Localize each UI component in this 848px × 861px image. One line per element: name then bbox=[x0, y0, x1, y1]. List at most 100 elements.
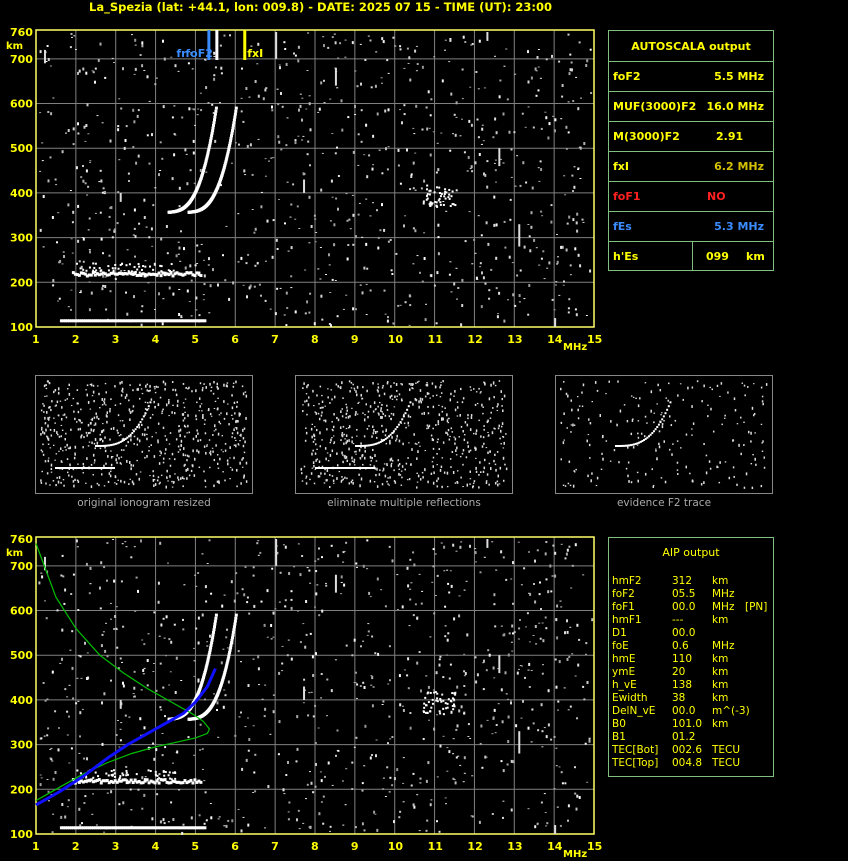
autoscala-divider bbox=[608, 241, 774, 242]
aip-value: 138 bbox=[672, 679, 693, 691]
x-tick-label: 6 bbox=[231, 840, 239, 853]
autoscala-value: 5.5 MHz bbox=[714, 70, 764, 83]
x-tick-label: 8 bbox=[311, 333, 319, 346]
y-tick-label: 100 bbox=[10, 321, 33, 334]
autoscala-label: fxI bbox=[613, 160, 629, 173]
autoscala-unit: km bbox=[746, 250, 765, 263]
thumbnail-original bbox=[35, 375, 253, 494]
autoscala-label: foF1 bbox=[613, 190, 641, 203]
aip-unit: km bbox=[712, 575, 729, 587]
aip-value: 004.8 bbox=[672, 757, 703, 769]
x-tick-label: 14 bbox=[547, 333, 563, 346]
aip-key: B1 bbox=[612, 731, 626, 743]
x-tick-label: 1 bbox=[32, 333, 40, 346]
aip-unit: km bbox=[712, 614, 729, 626]
aip-key: foE bbox=[612, 640, 629, 652]
autoscala-title: AUTOSCALA output bbox=[631, 40, 751, 53]
echo-traces bbox=[59, 613, 457, 830]
aip-value: --- bbox=[672, 614, 684, 626]
y-tick-label: 760 bbox=[10, 26, 33, 39]
autoscala-label: MUF(3000)F2 bbox=[613, 100, 697, 113]
aip-unit: km bbox=[712, 666, 729, 678]
aip-unit: km bbox=[712, 679, 729, 691]
x-tick-label: 7 bbox=[271, 840, 279, 853]
autoscala-value: 6.2 MHz bbox=[714, 160, 764, 173]
aip-flag: [PN] bbox=[745, 601, 768, 613]
aip-value: 00.0 bbox=[672, 627, 696, 639]
x-tick-label: 3 bbox=[112, 840, 120, 853]
x-tick-label: 2 bbox=[72, 840, 80, 853]
aip-unit: MHz bbox=[712, 588, 735, 600]
aip-unit: TECU bbox=[712, 757, 741, 769]
y-unit-label: km bbox=[6, 41, 23, 52]
aip-value: 00.0 bbox=[672, 705, 696, 717]
autoscala-divider bbox=[608, 211, 774, 212]
aip-unit: km bbox=[712, 692, 729, 704]
y-tick-label: 500 bbox=[10, 142, 33, 155]
autoscala-divider bbox=[608, 91, 774, 92]
aip-unit: MHz bbox=[712, 640, 735, 652]
x-unit-label: MHz bbox=[563, 849, 587, 860]
aip-value: 38 bbox=[672, 692, 686, 704]
aip-key: DelN_vE bbox=[612, 705, 656, 717]
aip-value: 05.5 bbox=[672, 588, 696, 600]
autoscala-divider bbox=[608, 61, 774, 62]
y-tick-label: 700 bbox=[10, 53, 33, 66]
autoscala-divider bbox=[608, 121, 774, 122]
aip-unit: MHz bbox=[712, 601, 735, 613]
y-tick-label: 600 bbox=[10, 98, 33, 111]
aip-value: 00.0 bbox=[672, 601, 696, 613]
y-tick-label: 200 bbox=[10, 276, 33, 289]
x-tick-label: 5 bbox=[191, 840, 199, 853]
fxi-marker-line bbox=[243, 30, 247, 60]
autoscala-divider bbox=[692, 241, 693, 270]
fof2-marker-line bbox=[215, 30, 219, 60]
x-tick-label: 9 bbox=[351, 333, 359, 346]
fof2-marker-label: foF2 bbox=[185, 47, 213, 60]
x-tick-label: 13 bbox=[507, 333, 522, 346]
aip-key: Ewidth bbox=[612, 692, 648, 704]
y-tick-label: 760 bbox=[10, 533, 33, 546]
aip-key: hmE bbox=[612, 653, 636, 665]
noise-dots bbox=[38, 539, 594, 835]
autoscala-value: 16.0 MHz bbox=[706, 100, 764, 113]
y-tick-label: 400 bbox=[10, 187, 33, 200]
y-unit-label: km bbox=[6, 548, 23, 559]
y-tick-label: 200 bbox=[10, 783, 33, 796]
x-tick-label: 12 bbox=[467, 333, 482, 346]
y-tick-label: 100 bbox=[10, 828, 33, 841]
aip-value: 312 bbox=[672, 575, 693, 587]
x-tick-label: 15 bbox=[587, 333, 602, 346]
caption-evidence: evidence F2 trace bbox=[616, 497, 712, 509]
x-tick-label: 1 bbox=[32, 840, 40, 853]
aip-key: hmF1 bbox=[612, 614, 642, 626]
x-tick-label: 5 bbox=[191, 333, 199, 346]
caption-eliminate: eliminate multiple reflections bbox=[327, 497, 481, 509]
y-tick-label: 300 bbox=[10, 739, 33, 752]
x-tick-label: 2 bbox=[72, 333, 80, 346]
x-tick-label: 11 bbox=[428, 333, 443, 346]
noise-dots bbox=[39, 32, 593, 328]
aip-unit: m^(-3) bbox=[712, 705, 750, 717]
x-unit-label: MHz bbox=[563, 342, 587, 353]
aip-unit: km bbox=[712, 718, 729, 730]
x-tick-label: 14 bbox=[547, 840, 563, 853]
autoscala-value: 099 bbox=[706, 250, 729, 263]
y-tick-label: 500 bbox=[10, 649, 33, 662]
y-tick-label: 400 bbox=[10, 694, 33, 707]
autoscala-value: 2.91 bbox=[716, 130, 744, 143]
aip-title: AIP output bbox=[662, 546, 720, 559]
y-tick-label: 700 bbox=[10, 560, 33, 573]
autoscala-value: 5.3 MHz bbox=[714, 220, 764, 233]
autoscala-divider bbox=[608, 181, 774, 182]
y-tick-label: 600 bbox=[10, 605, 33, 618]
autoscala-value: NO bbox=[707, 190, 726, 203]
thumbnail-evidence bbox=[555, 375, 773, 494]
y-tick-label: 300 bbox=[10, 232, 33, 245]
aip-key: foF1 bbox=[612, 601, 635, 613]
autoscala-label: fEs bbox=[613, 220, 632, 233]
aip-key: h_vE bbox=[612, 679, 637, 691]
aip-value: 101.0 bbox=[672, 718, 703, 730]
autoscala-label: M(3000)F2 bbox=[613, 130, 680, 143]
frequency-markers: frfoF2 fxI bbox=[176, 30, 263, 60]
